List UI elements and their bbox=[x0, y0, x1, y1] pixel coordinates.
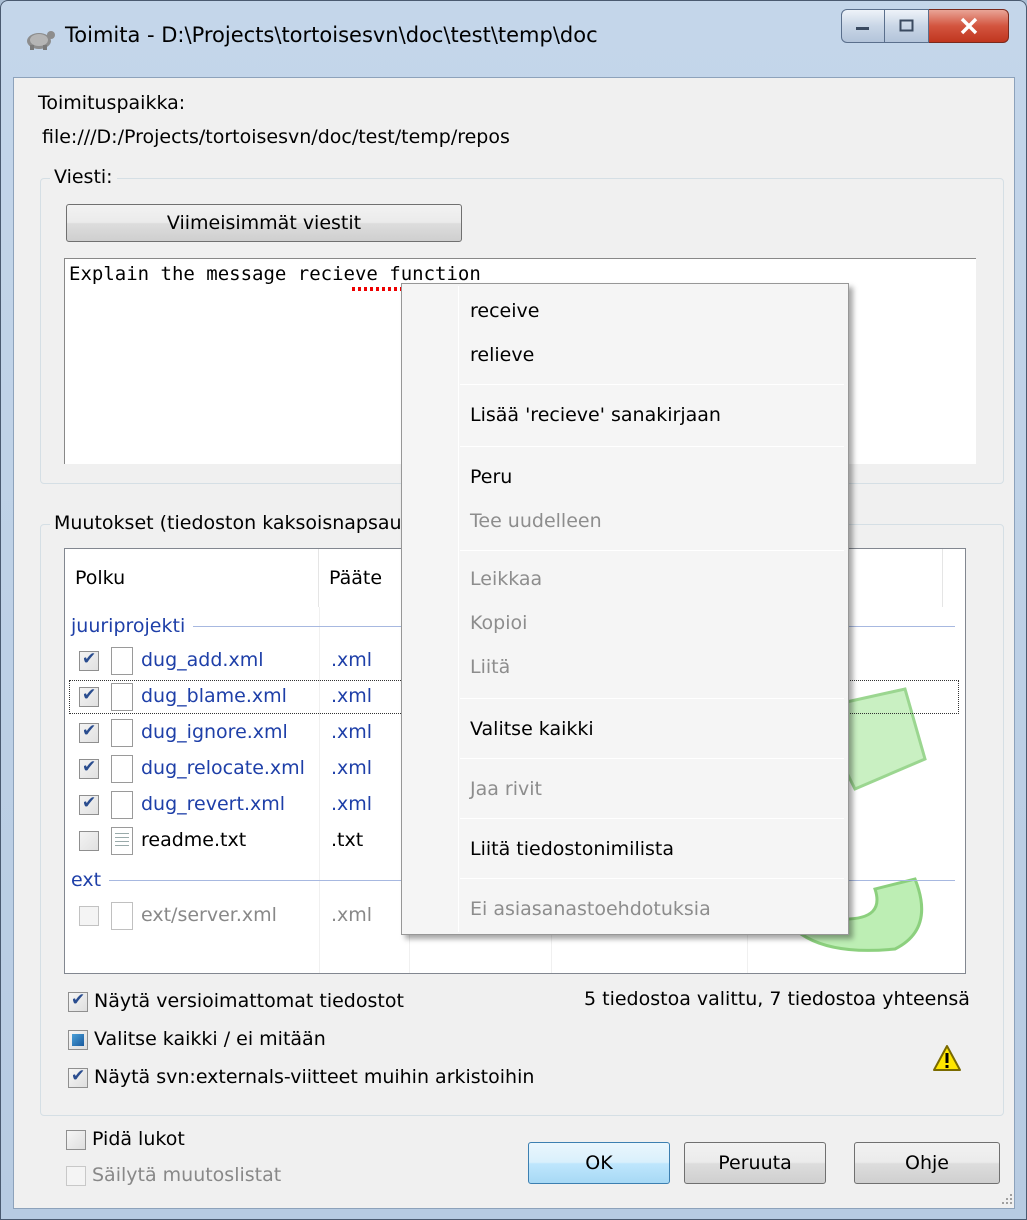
menu-item-paste-filename-list[interactable]: Liitä tiedostonimilista bbox=[470, 838, 674, 860]
minimize-button[interactable] bbox=[841, 9, 885, 43]
file-checkbox[interactable] bbox=[79, 906, 99, 926]
spelling-error-underline bbox=[352, 287, 408, 291]
menu-item-copy: Kopioi bbox=[470, 612, 528, 634]
show-externals-label[interactable]: Näytä svn:externals-viitteet muihin arki… bbox=[94, 1066, 534, 1088]
xml-file-icon bbox=[111, 683, 133, 711]
keep-changelists-label: Säilytä muutoslistat bbox=[92, 1164, 282, 1186]
title-bar[interactable]: Toimita - D:\Projects\tortoisesvn\doc\te… bbox=[1, 1, 1026, 77]
window-title: Toimita - D:\Projects\tortoisesvn\doc\te… bbox=[65, 23, 598, 47]
menu-separator bbox=[460, 698, 844, 699]
message-group-label: Viesti: bbox=[50, 166, 117, 188]
xml-file-icon bbox=[111, 647, 133, 675]
show-unversioned-checkbox[interactable] bbox=[68, 990, 88, 1012]
keep-locks-label[interactable]: Pidä lukot bbox=[92, 1128, 185, 1150]
selection-summary: 5 tiedostoa valittu, 7 tiedostoa yhteens… bbox=[584, 988, 970, 1010]
menu-separator bbox=[460, 446, 844, 447]
file-checkbox[interactable] bbox=[79, 685, 99, 707]
menu-separator bbox=[460, 384, 844, 385]
menu-item-split-lines: Jaa rivit bbox=[470, 778, 542, 800]
menu-item-no-thesaurus: Ei asiasanastoehdotuksia bbox=[470, 898, 711, 920]
keep-changelists-checkbox[interactable] bbox=[66, 1166, 86, 1186]
text-file-icon bbox=[111, 827, 133, 855]
minimize-icon bbox=[856, 27, 869, 30]
xml-file-icon bbox=[111, 719, 133, 747]
menu-item-suggestion-relieve[interactable]: relieve bbox=[470, 344, 534, 366]
file-checkbox[interactable] bbox=[79, 649, 99, 671]
xml-file-icon bbox=[111, 902, 133, 930]
file-checkbox[interactable] bbox=[79, 831, 99, 851]
menu-item-redo: Tee uudelleen bbox=[470, 510, 602, 532]
changes-group-label: Muutokset (tiedoston kaksoisnapsau bbox=[50, 512, 406, 534]
file-checkbox[interactable] bbox=[79, 793, 99, 815]
recent-messages-button[interactable]: Viimeisimmät viestit bbox=[66, 204, 462, 242]
commit-message-text: Explain the message recieve function bbox=[69, 263, 481, 285]
keep-locks-checkbox[interactable] bbox=[66, 1130, 86, 1150]
help-button[interactable]: Ohje bbox=[854, 1142, 1000, 1184]
column-header-path[interactable]: Polku bbox=[65, 549, 319, 607]
menu-item-undo[interactable]: Peru bbox=[470, 466, 512, 488]
cancel-button[interactable]: Peruuta bbox=[684, 1142, 826, 1184]
xml-file-icon bbox=[111, 791, 133, 819]
menu-item-select-all[interactable]: Valitse kaikki bbox=[470, 718, 594, 740]
menu-item-add-to-dictionary[interactable]: Lisää 'recieve' sanakirjaan bbox=[470, 404, 721, 426]
commit-to-label: Toimituspaikka: bbox=[38, 92, 186, 114]
file-checkbox[interactable] bbox=[79, 721, 99, 743]
menu-separator bbox=[460, 550, 844, 551]
menu-separator bbox=[460, 818, 844, 819]
menu-item-suggestion-receive[interactable]: receive bbox=[470, 300, 539, 322]
menu-item-paste: Liitä bbox=[470, 656, 511, 678]
commit-dialog-window: Toimita - D:\Projects\tortoisesvn\doc\te… bbox=[0, 0, 1027, 1220]
resize-grip-icon[interactable] bbox=[1000, 1192, 1014, 1206]
menu-separator bbox=[460, 758, 844, 759]
tortoise-app-icon bbox=[27, 31, 55, 50]
spellcheck-context-menu: receive relieve Lisää 'recieve' sanakirj… bbox=[401, 283, 849, 935]
select-all-checkbox[interactable] bbox=[68, 1030, 88, 1050]
ok-button[interactable]: OK bbox=[528, 1142, 670, 1184]
menu-separator bbox=[460, 878, 844, 879]
select-all-label[interactable]: Valitse kaikki / ei mitään bbox=[94, 1028, 326, 1050]
maximize-icon bbox=[899, 19, 913, 32]
show-unversioned-label[interactable]: Näytä versioimattomat tiedostot bbox=[94, 990, 404, 1012]
close-button[interactable] bbox=[929, 9, 1009, 43]
column-header-extension[interactable]: Pääte bbox=[319, 549, 409, 607]
commit-to-url: file:///D:/Projects/tortoisesvn/doc/test… bbox=[42, 126, 510, 148]
menu-item-cut: Leikkaa bbox=[470, 568, 543, 590]
xml-file-icon bbox=[111, 755, 133, 783]
recent-messages-label: Viimeisimmät viestit bbox=[166, 212, 362, 234]
maximize-button[interactable] bbox=[885, 9, 929, 43]
file-checkbox[interactable] bbox=[79, 757, 99, 779]
show-externals-checkbox[interactable] bbox=[68, 1066, 88, 1088]
close-icon bbox=[960, 17, 977, 35]
warning-icon[interactable] bbox=[932, 1044, 962, 1072]
